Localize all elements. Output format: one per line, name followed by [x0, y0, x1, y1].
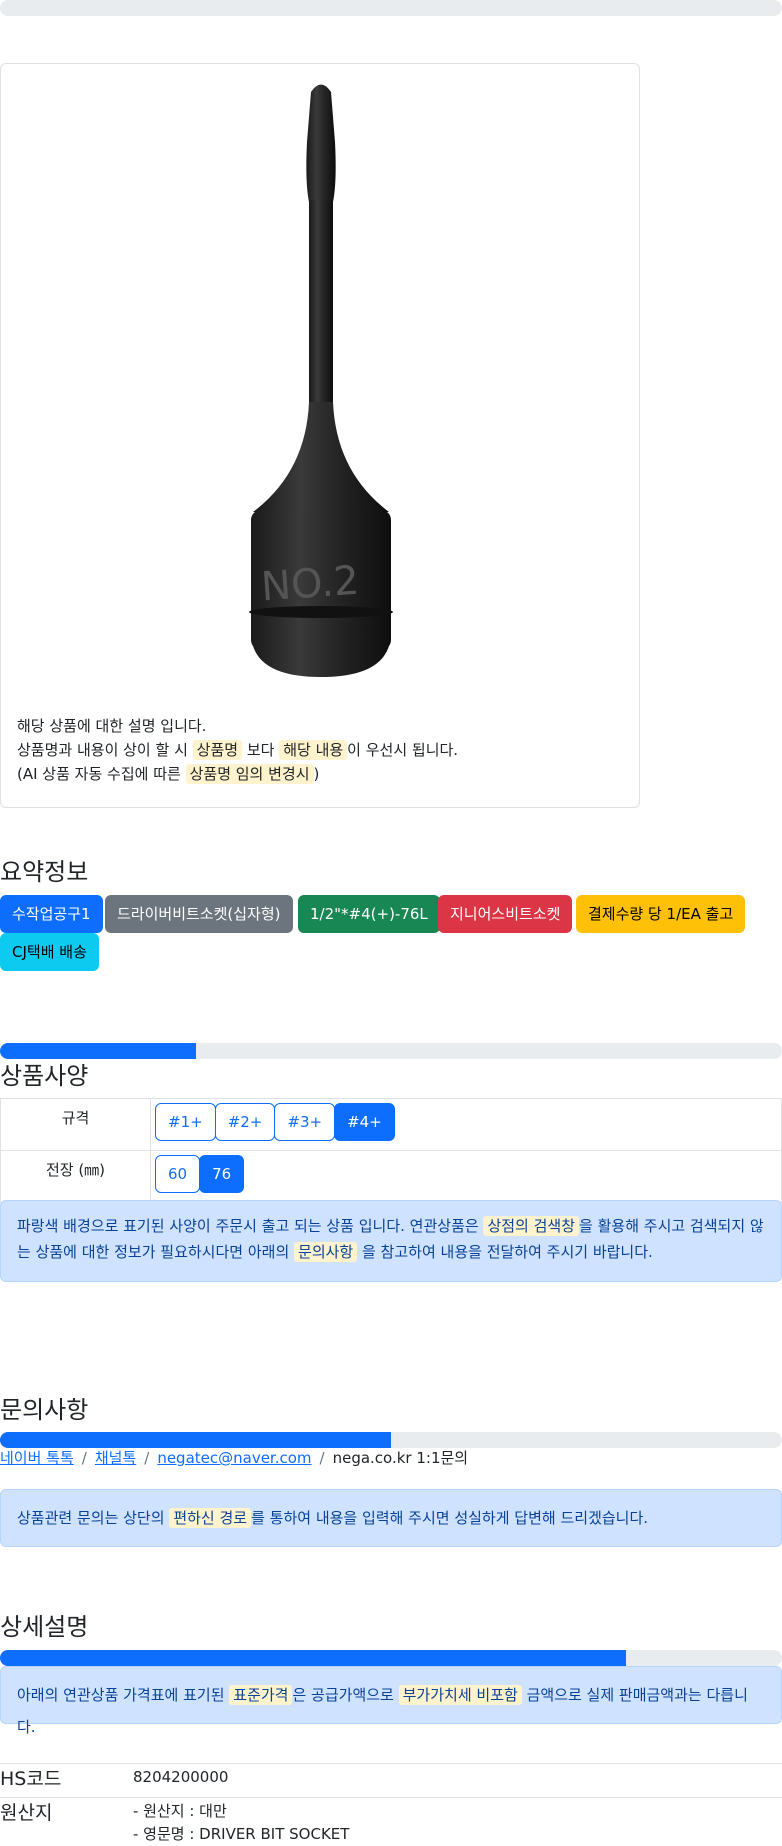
- contact-title: 문의사항: [0, 1396, 89, 1424]
- detail-progress-bar: [0, 1650, 782, 1666]
- desc-text: (AI 상품 자동 수집에 따른: [17, 765, 186, 783]
- option-size-4[interactable]: #4+: [334, 1103, 395, 1141]
- spec-progress-bar: [0, 1043, 782, 1059]
- notice-text: 아래의 연관상품 가격표에 표기된: [17, 1686, 230, 1704]
- spec-row-size: 규격 #1+ #2+ #3+ #4+: [0, 1098, 782, 1151]
- highlight-name-change: 상품명 임의 변경시: [185, 764, 314, 784]
- desc-line-3: (AI 상품 자동 수집에 따른 상품명 임의 변경시): [17, 762, 458, 786]
- site-inquiry-text: nega.co.kr 1:1문의: [332, 1449, 469, 1467]
- email-link[interactable]: negatec@naver.com: [157, 1449, 311, 1467]
- notice-text: 상품관련 문의는 상단의: [17, 1509, 170, 1527]
- badge-quantity: 결제수량 당 1/EA 출고: [576, 895, 746, 933]
- badge-shipping: CJ택배 배송: [0, 933, 99, 971]
- product-image-label: NO.2: [260, 558, 361, 611]
- info-table: HS코드 8204200000 원산지 - 원산지 : 대만 - 영문명 : D…: [0, 1763, 782, 1846]
- option-length-60[interactable]: 60: [155, 1155, 201, 1193]
- notice-text: 파랑색 배경으로 표기된 사양이 주문시 출고 되는 상품 입니다. 연관상품은: [17, 1217, 484, 1235]
- desc-line-1: 해당 상품에 대한 설명 입니다.: [17, 717, 207, 735]
- spec-options-length: 60 76: [150, 1150, 782, 1203]
- spec-label-size: 규격: [0, 1098, 151, 1151]
- badge-category: 수작업공구1: [0, 895, 103, 933]
- option-size-1[interactable]: #1+: [155, 1103, 216, 1141]
- separator: /: [81, 1449, 87, 1467]
- spec-label-length: 전장 (㎜): [0, 1150, 151, 1203]
- origin-english-name: - 영문명 : DRIVER BIT SOCKET: [133, 1825, 350, 1843]
- highlight-inquiry: 문의사항: [294, 1242, 358, 1262]
- product-image: NO.2: [249, 84, 393, 677]
- badge-brand: 지니어스비트소켓: [438, 895, 573, 933]
- detail-notice: 아래의 연관상품 가격표에 표기된 표준가격 은 공급가액으로 부가가치세 비포함…: [0, 1666, 782, 1736]
- info-row-hs: HS코드 8204200000: [0, 1763, 782, 1797]
- spec-title: 상품사양: [0, 1062, 89, 1090]
- contact-links: 네이버 톡톡 / 채널톡 / negatec@naver.com / nega.co.kr …: [0, 1447, 468, 1468]
- badge-spec: 1/2"*#4(+)-76L: [298, 895, 440, 933]
- product-description: 해당 상품에 대한 설명 입니다. 상품명과 내용이 상이 할 시 상품명 보다…: [17, 714, 458, 786]
- highlight-route: 편하신 경로: [169, 1508, 252, 1528]
- highlight-content: 해당 내용: [279, 740, 348, 760]
- desc-text: 이 우선시 됩니다.: [347, 741, 459, 759]
- spec-table: 규격 #1+ #2+ #3+ #4+ 전장 (㎜) 60 76: [0, 1098, 782, 1203]
- contact-notice: 상품관련 문의는 상단의 편하신 경로 를 통하여 내용을 입력해 주시면 성실하…: [0, 1489, 782, 1547]
- origin-values: - 원산지 : 대만 - 영문명 : DRIVER BIT SOCKET: [133, 1798, 349, 1846]
- highlight-search: 상점의 검색창: [483, 1216, 580, 1236]
- notice-text: 를 통하여 내용을 입력해 주시면 성실하게 답변해 드리겠습니다.: [251, 1509, 649, 1527]
- notice-text: 을 참고하여 내용을 전달하여 주시기 바랍니다.: [357, 1243, 653, 1261]
- highlight-standard-price: 표준가격: [229, 1685, 293, 1705]
- hs-code-label: HS코드: [0, 1768, 62, 1790]
- spec-row-length: 전장 (㎜) 60 76: [0, 1150, 782, 1203]
- naver-talk-link[interactable]: 네이버 톡톡: [0, 1449, 74, 1467]
- highlight-vat: 부가가치세 비포함: [398, 1685, 522, 1705]
- option-size-3[interactable]: #3+: [274, 1103, 336, 1141]
- contact-progress-fill: [0, 1432, 391, 1448]
- option-size-2[interactable]: #2+: [214, 1103, 276, 1141]
- summary-title: 요약정보: [0, 858, 89, 886]
- desc-text: 보다: [242, 741, 280, 759]
- desc-text: ): [313, 765, 320, 783]
- option-length-76[interactable]: 76: [199, 1155, 245, 1193]
- separator: /: [144, 1449, 150, 1467]
- origin-label: 원산지: [0, 1802, 53, 1824]
- notice-text: 은 공급가액으로: [292, 1686, 399, 1704]
- separator: /: [319, 1449, 325, 1467]
- spec-notice: 파랑색 배경으로 표기된 사양이 주문시 출고 되는 상품 입니다. 연관상품은…: [0, 1200, 782, 1282]
- detail-title: 상세설명: [0, 1613, 89, 1641]
- product-card: NO.2 해당 상품에 대한 설명 입니다. 상품명과 내용이 상이 할 시 상…: [0, 63, 640, 808]
- desc-line-2: 상품명과 내용이 상이 할 시 상품명 보다 해당 내용 이 우선시 됩니다.: [17, 738, 458, 762]
- contact-progress-bar: [0, 1432, 782, 1448]
- detail-progress-fill: [0, 1650, 626, 1666]
- highlight-product-name: 상품명: [192, 740, 243, 760]
- origin-country: - 원산지 : 대만: [133, 1802, 227, 1820]
- desc-text: 상품명과 내용이 상이 할 시: [17, 741, 193, 759]
- top-progress-bar: [0, 0, 782, 16]
- badge-type: 드라이버비트소켓(십자형): [105, 895, 293, 933]
- spec-options-size: #1+ #2+ #3+ #4+: [150, 1098, 782, 1151]
- hs-code-value: 8204200000: [133, 1768, 229, 1786]
- channel-talk-link[interactable]: 채널톡: [95, 1449, 136, 1467]
- info-row-origin: 원산지 - 원산지 : 대만 - 영문명 : DRIVER BIT SOCKET: [0, 1797, 782, 1846]
